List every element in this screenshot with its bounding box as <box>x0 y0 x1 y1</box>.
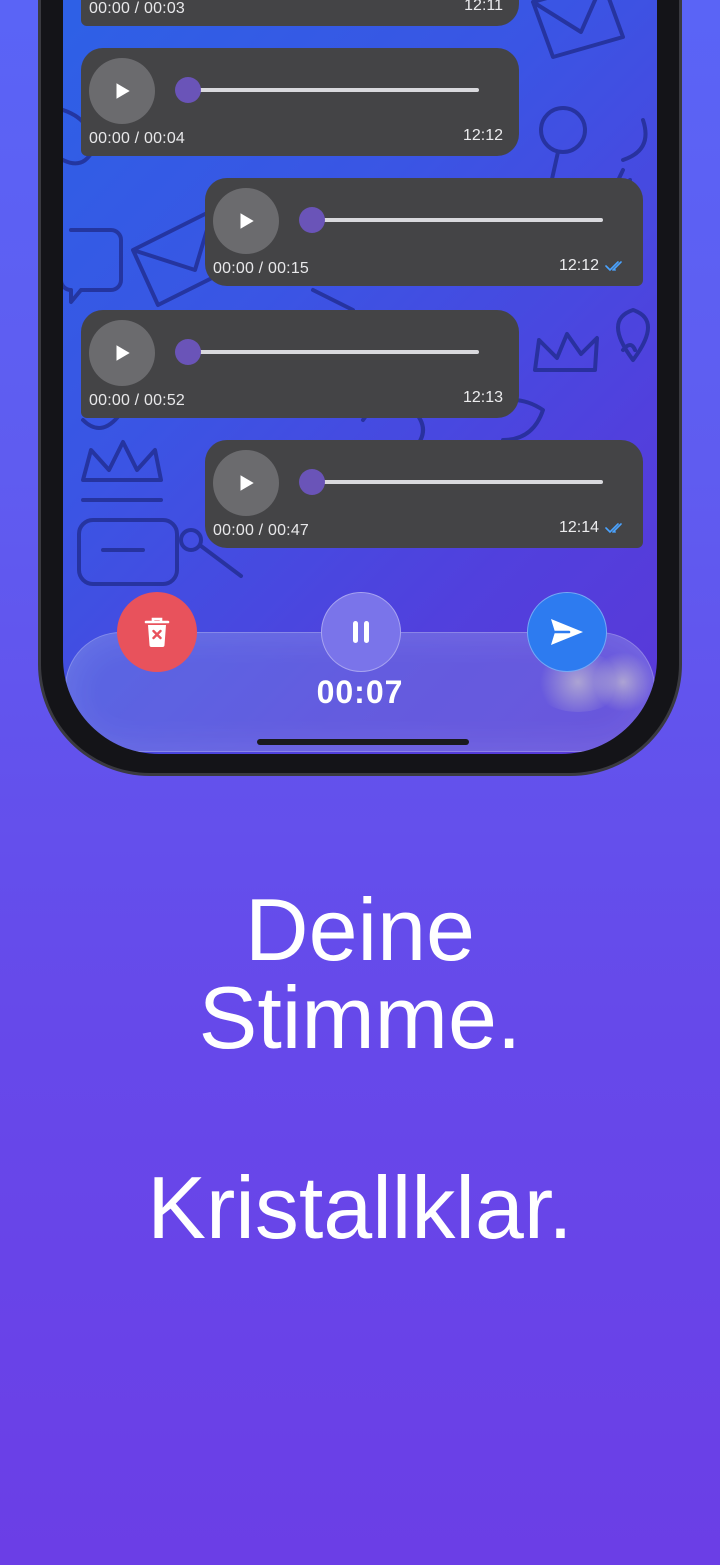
message-duration: 00:00 / 00:52 <box>89 392 186 409</box>
recording-timer: 00:07 <box>316 674 404 710</box>
progress-thumb[interactable] <box>175 77 201 103</box>
phone-frame: 00:00 / 00:03 12:11 00:00 / 00:04 12:12 … <box>38 0 682 776</box>
message-time: 12:12 <box>559 257 627 275</box>
voice-message: 00:00 / 00:52 12:13 <box>81 310 519 418</box>
send-icon <box>551 619 583 645</box>
progress-thumb[interactable] <box>299 469 325 495</box>
chat-screen: 00:00 / 00:03 12:11 00:00 / 00:04 12:12 … <box>63 0 657 754</box>
play-icon <box>116 83 130 99</box>
play-button[interactable] <box>89 320 155 386</box>
play-button[interactable] <box>89 58 155 124</box>
progress-thumb[interactable] <box>299 207 325 233</box>
play-icon <box>240 213 254 229</box>
voice-message: 00:00 / 00:15 12:12 <box>205 178 643 286</box>
message-time-label: 12:12 <box>558 257 599 274</box>
progress-track[interactable] <box>177 350 479 354</box>
play-icon <box>116 345 130 361</box>
message-time: 12:11 <box>464 0 503 15</box>
read-checkmarks-icon <box>605 261 622 272</box>
message-time: 12:13 <box>463 389 503 407</box>
message-time-label: 12:13 <box>462 389 503 406</box>
message-duration: 00:00 / 00:15 <box>213 260 310 277</box>
progress-track[interactable] <box>177 88 479 92</box>
progress-track[interactable] <box>301 480 603 484</box>
voice-message: 00:00 / 00:47 12:14 <box>205 440 643 548</box>
message-duration: 00:00 / 00:03 <box>89 0 186 17</box>
headline-line-3: Kristallklar. <box>147 1158 573 1257</box>
message-time-label: 12:12 <box>462 127 503 144</box>
progress-track[interactable] <box>301 218 603 222</box>
message-time-label: 12:11 <box>464 0 503 14</box>
play-button[interactable] <box>213 188 279 254</box>
voice-message: 00:00 / 00:03 12:11 <box>81 0 519 26</box>
voice-message: 00:00 / 00:04 12:12 <box>81 48 519 156</box>
play-icon <box>240 475 254 491</box>
pause-icon <box>353 621 369 643</box>
progress-thumb[interactable] <box>175 339 201 365</box>
send-recording-button[interactable] <box>527 592 607 672</box>
message-time: 12:14 <box>559 519 627 537</box>
play-button[interactable] <box>213 450 279 516</box>
message-duration: 00:00 / 00:47 <box>213 522 310 539</box>
headline-line-1: Deine <box>245 880 475 979</box>
delete-recording-button[interactable] <box>117 592 197 672</box>
pause-recording-button[interactable] <box>321 592 401 672</box>
trash-icon <box>144 617 170 647</box>
message-duration: 00:00 / 00:04 <box>89 130 186 147</box>
read-checkmarks-icon <box>605 523 622 534</box>
message-time: 12:12 <box>463 127 503 145</box>
message-time-label: 12:14 <box>558 519 599 536</box>
home-indicator <box>257 739 469 745</box>
headline-line-2: Stimme. <box>198 968 522 1067</box>
